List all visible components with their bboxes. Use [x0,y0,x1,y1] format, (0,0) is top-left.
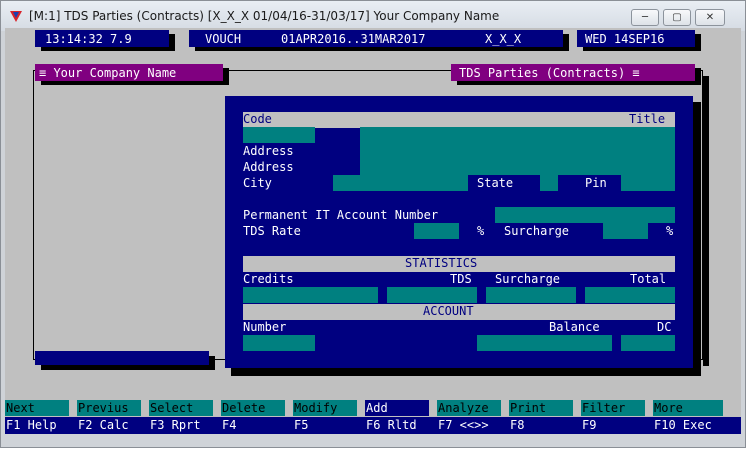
fkey-more-label: More [654,401,683,415]
fkey-previous[interactable]: Previus F2 Calc [77,400,149,434]
account-header: ACCOUNT [243,304,675,320]
surcharge-percent: % [666,224,674,238]
minimize-button[interactable]: ─ [631,9,659,26]
address2-label: Address [243,160,294,174]
stat-surcharge-label: Surcharge [495,272,561,286]
dc-value [621,335,675,351]
fkey-filter[interactable]: Filter F9 [581,400,653,434]
fkey-modify[interactable]: Modify F5 [293,400,365,434]
title-input[interactable] [360,127,675,175]
surcharge-input[interactable] [603,223,648,239]
minimize-icon: ─ [641,12,649,23]
fkey-print-label: Print [510,401,547,415]
fkey-f3-label: F3 Rprt [150,418,201,432]
mode-text: VOUCH [205,32,242,46]
dc-label: DC [657,320,672,334]
period-text: 01APR2016..31MAR2017 [281,32,426,46]
fkey-filter-label: Filter [582,401,626,415]
clock-text: 13:14:32 7.9 [45,32,132,46]
module-panel-title: TDS Parties (Contracts) ≡ [459,66,640,80]
fkey-next-label: Next [6,401,35,415]
fkey-add-label: Add [366,401,388,415]
maximize-icon: ▢ [672,12,682,23]
fkey-delete-label: Delete [222,401,266,415]
fkey-select-label: Select [150,401,194,415]
tds-value [387,287,477,303]
fkey-analyze-label: Analyze [438,401,489,415]
state-label: State [477,176,514,190]
title-label: Title [629,112,666,126]
fkey-f7-label: F7 <<>> [438,418,489,432]
left-panel-footer [35,351,209,365]
fkey-print[interactable]: Print F8 [509,400,581,434]
clock-field: 13:14:32 7.9 [35,30,169,47]
maximize-button[interactable]: ▢ [663,9,691,26]
dos-screen: 13:14:32 7.9 VOUCH 01APR2016..31MAR2017 … [5,28,741,434]
fkey-select[interactable]: Select F3 Rprt [149,400,221,434]
pin-label: Pin [585,176,607,190]
fkey-f1-label: F1 Help [6,418,57,432]
city-input[interactable] [333,175,468,191]
date-text: WED 14SEP16 [585,32,665,46]
city-label: City [243,176,272,190]
fkey-f10-label: F10 Exec [654,418,712,432]
tds-rate-percent: % [477,224,485,238]
tds-rate-input[interactable] [414,223,459,239]
window-title: [M:1] TDS Parties (Contracts) [X_X_X 01/… [29,9,500,23]
close-icon: ✕ [705,12,715,23]
close-button[interactable]: ✕ [695,9,725,26]
code-input[interactable] [243,127,315,143]
module-panel-header: TDS Parties (Contracts) ≡ [451,64,695,81]
total-value [585,287,675,303]
app-logo-icon [10,11,22,22]
total-label: Total [630,272,667,286]
credits-value [243,287,378,303]
pan-input[interactable] [495,207,675,223]
statistics-title: STATISTICS [405,256,478,270]
balance-label: Balance [549,320,600,334]
company-panel-header: ≡ Your Company Name [35,64,223,81]
voucher-status-field: VOUCH 01APR2016..31MAR2017 X_X_X [189,30,563,47]
title-bar[interactable]: [M:1] TDS Parties (Contracts) [X_X_X 01/… [1,1,745,31]
fkey-more[interactable]: More F10 Exec [653,400,741,434]
fkey-f8-label: F8 [510,418,525,432]
company-code-text: X_X_X [485,32,522,46]
address1-label: Address [243,144,294,158]
pan-label: Permanent IT Account Number [243,208,439,222]
code-label: Code [243,112,272,126]
fkey-previous-label: Previus [78,401,129,415]
balance-value [477,335,612,351]
fkey-modify-label: Modify [294,401,338,415]
code-title-header: Code Title [243,112,675,128]
state-input[interactable] [540,175,558,191]
surcharge-label: Surcharge [504,224,570,238]
number-label: Number [243,320,287,334]
fkey-f6-label: F6 Rltd [366,418,417,432]
credits-label: Credits [243,272,294,286]
fkey-analyze[interactable]: Analyze F7 <<>> [437,400,509,434]
fkey-next[interactable]: Next F1 Help [5,400,77,434]
tds-label: TDS [450,272,472,286]
date-field: WED 14SEP16 [577,30,695,47]
fkey-delete[interactable]: Delete F4 [221,400,293,434]
pin-input[interactable] [621,175,675,191]
tds-rate-label: TDS Rate [243,224,301,238]
stat-surcharge-value [486,287,576,303]
app-window: [M:1] TDS Parties (Contracts) [X_X_X 01/… [0,0,746,448]
fkey-f4-label: F4 [222,418,237,432]
fkey-f5-label: F5 [294,418,309,432]
company-panel-title: ≡ Your Company Name [39,66,177,80]
statistics-header: STATISTICS [243,256,675,272]
fkey-f2-label: F2 Calc [78,418,129,432]
fkey-f9-label: F9 [582,418,597,432]
form-panel: Code Title Address Address City State Pi… [225,96,693,368]
account-number-input[interactable] [243,335,315,351]
fkey-add[interactable]: Add F6 Rltd [365,400,437,434]
account-title: ACCOUNT [423,304,474,318]
